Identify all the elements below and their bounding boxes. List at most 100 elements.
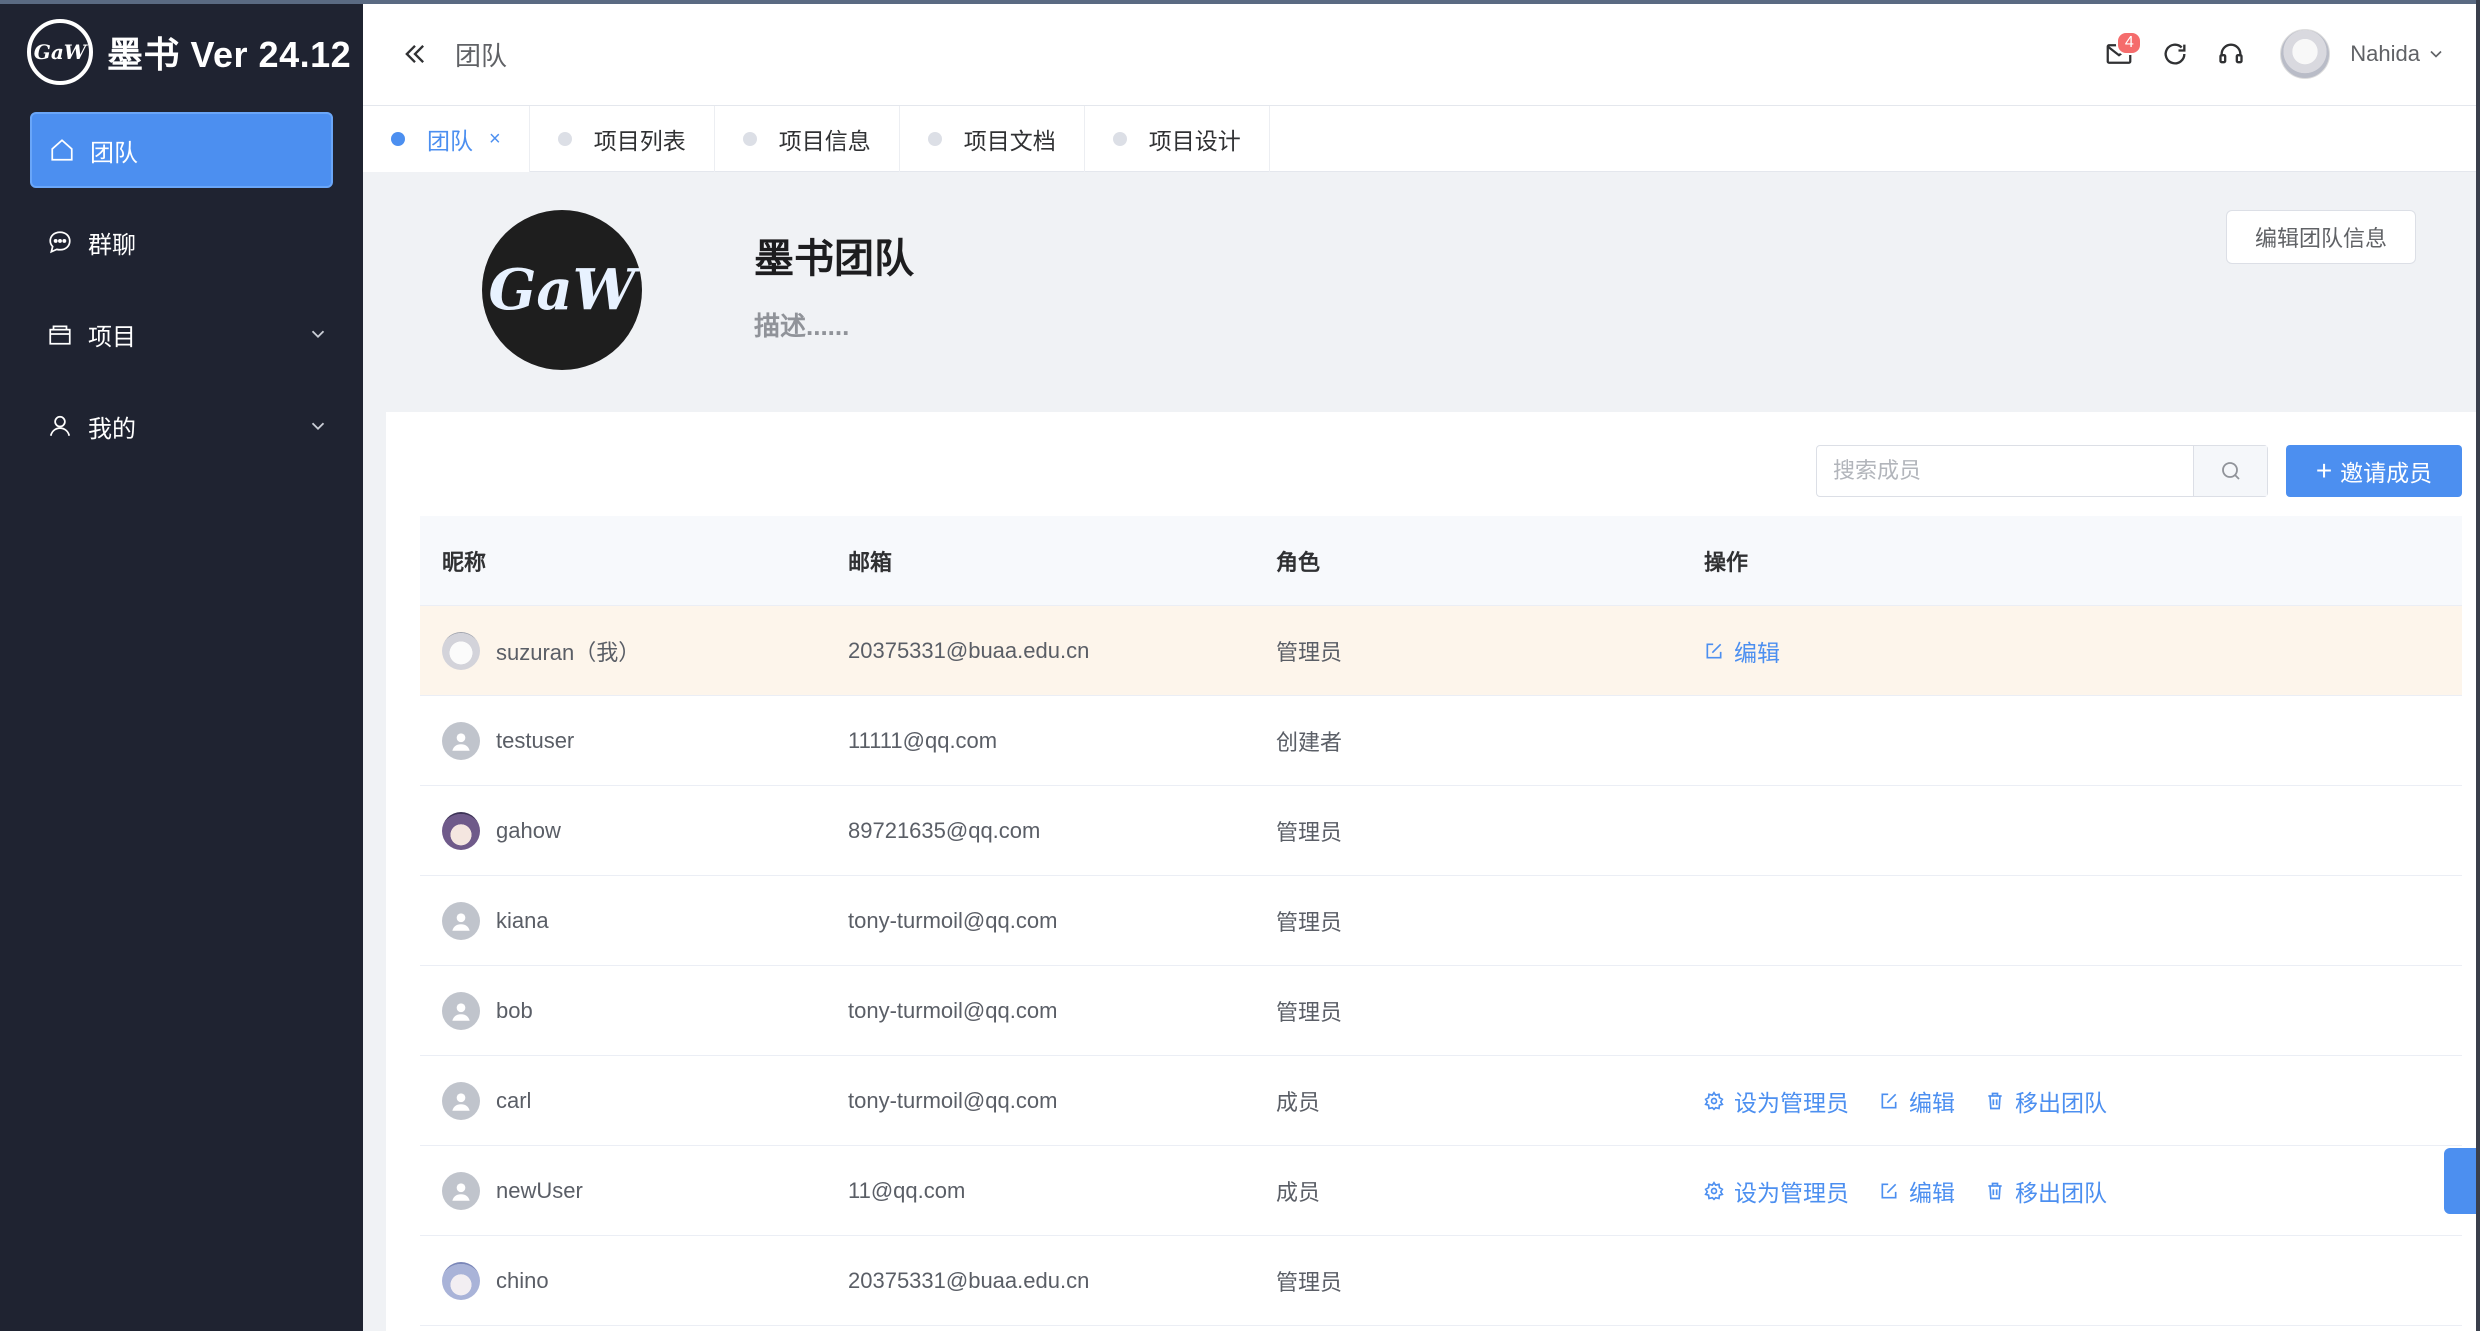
edit-icon — [1881, 1093, 1897, 1108]
nickname: testuser — [496, 727, 575, 753]
brand-title: 墨书 Ver 24.12 — [107, 34, 352, 75]
cell-nickname: bob — [420, 991, 848, 1030]
sidebar-menu: 团队 群聊 项目 我的 — [0, 112, 363, 464]
tab-project-info[interactable]: 项目信息 — [715, 106, 900, 172]
cell-email: 20375331@buaa.edu.cn — [848, 637, 1090, 663]
notification-badge: 4 — [2116, 31, 2143, 55]
cell-nickname: newUser — [420, 1171, 848, 1210]
table-row: bob tony-turmoil@qq.com 管理员 — [420, 966, 2462, 1056]
tab-label: 项目列表 — [593, 128, 686, 154]
support-button[interactable] — [2214, 37, 2248, 71]
cell-email: 11111@qq.com — [848, 727, 998, 753]
folder-icon — [46, 320, 74, 348]
invite-member-button[interactable]: + 邀请成员 — [2286, 445, 2462, 497]
members-table: 昵称 邮箱 角色 操作 suzuran（我） 20375331@buaa.edu… — [420, 516, 2462, 1326]
tab-team[interactable]: 团队 × — [363, 106, 530, 172]
cell-role: 管理员 — [1276, 909, 1343, 935]
gear-icon — [1704, 1090, 1724, 1111]
username[interactable]: Nahida — [2350, 41, 2420, 67]
edit-member-button[interactable]: 编辑 — [1704, 634, 1780, 668]
tab-label: 项目文档 — [963, 128, 1056, 154]
tab-project-docs[interactable]: 项目文档 — [900, 106, 1085, 172]
floating-settings-button[interactable] — [2444, 1148, 2480, 1214]
nickname: gahow — [496, 817, 561, 843]
search-icon — [2221, 462, 2240, 480]
table-row: carl tony-turmoil@qq.com 成员 设为管理员 编辑 移出团… — [420, 1056, 2462, 1146]
tab-project-list[interactable]: 项目列表 — [530, 106, 715, 172]
trash-icon — [1988, 1092, 2002, 1109]
edit-icon — [1706, 643, 1722, 658]
nickname: carl — [496, 1087, 532, 1113]
avatar — [442, 1261, 480, 1300]
default-user-icon — [452, 732, 470, 751]
page-title: 团队 — [455, 41, 508, 71]
cell-role: 管理员 — [1276, 639, 1343, 665]
sidebar-item-label: 项目 — [88, 323, 136, 351]
sidebar-item-chat[interactable]: 群聊 — [30, 204, 333, 280]
headset-icon — [2219, 43, 2243, 64]
cell-role: 成员 — [1276, 1179, 1321, 1205]
sidebar-item-team[interactable]: 团队 — [30, 112, 333, 188]
remove-member-button[interactable]: 移出团队 — [1985, 1084, 2107, 1118]
cell-email: tony-turmoil@qq.com — [848, 907, 1058, 933]
remove-member-button[interactable]: 移出团队 — [1985, 1174, 2107, 1208]
nickname: bob — [496, 997, 533, 1023]
chevron-down-icon[interactable] — [2426, 44, 2446, 64]
plus-icon: + — [2315, 455, 2333, 486]
tab-dot — [557, 132, 572, 146]
sidebar-item-project[interactable]: 项目 — [30, 296, 333, 372]
cell-actions: 编辑 — [1704, 634, 2462, 668]
collapse-sidebar-icon[interactable] — [401, 40, 429, 68]
tab-dot — [391, 132, 405, 146]
nickname: suzuran（我） — [496, 639, 641, 665]
sidebar: GaW 墨书 Ver 24.12 团队 群聊 项目 我的 — [0, 0, 363, 1331]
cell-nickname: chino — [420, 1261, 848, 1300]
notification-button[interactable]: 4 — [2102, 31, 2143, 71]
team-logo: GaW — [482, 210, 642, 370]
tab-project-design[interactable]: 项目设计 — [1085, 106, 1270, 172]
tab-dot — [927, 132, 942, 146]
edit-team-button[interactable]: 编辑团队信息 — [2226, 210, 2416, 264]
chat-icon — [46, 228, 74, 256]
refresh-button[interactable] — [2158, 37, 2192, 71]
table-row: testuser 11111@qq.com 创建者 — [420, 696, 2462, 786]
invite-label: 邀请成员 — [2340, 460, 2433, 486]
tab-dot — [742, 132, 757, 146]
close-icon[interactable]: × — [489, 128, 501, 151]
brand-logo: GaW — [27, 19, 93, 85]
table-row: kiana tony-turmoil@qq.com 管理员 — [420, 876, 2462, 966]
tabs-bar: 团队 × 项目列表 项目信息 项目文档 项目设计 — [363, 106, 2480, 172]
refresh-icon — [2164, 43, 2186, 65]
cell-email: 11@qq.com — [848, 1177, 966, 1203]
column-header-role: 角色 — [1276, 549, 1321, 575]
window-edge — [2476, 0, 2480, 1331]
cell-role: 管理员 — [1276, 999, 1343, 1025]
edit-member-button[interactable]: 编辑 — [1879, 1084, 1955, 1118]
table-row: suzuran（我） 20375331@buaa.edu.cn 管理员 编辑 — [420, 606, 2462, 696]
user-icon — [46, 412, 74, 440]
set-admin-button[interactable]: 设为管理员 — [1704, 1174, 1849, 1208]
avatar — [442, 1171, 480, 1210]
sidebar-item-label: 团队 — [90, 139, 138, 167]
tab-label: 团队 — [427, 128, 473, 154]
topbar: 团队 4 Nahida — [0, 0, 2480, 106]
edit-member-button[interactable]: 编辑 — [1879, 1174, 1955, 1208]
avatar — [442, 631, 480, 670]
cell-role: 管理员 — [1276, 819, 1343, 845]
sidebar-item-mine[interactable]: 我的 — [30, 388, 333, 464]
nickname: kiana — [496, 907, 549, 933]
column-header-email: 邮箱 — [848, 549, 893, 575]
edit-icon — [1881, 1183, 1897, 1198]
nickname: chino — [496, 1267, 549, 1293]
search-input[interactable] — [1817, 446, 2193, 496]
default-user-icon — [452, 1002, 470, 1021]
avatar — [442, 901, 480, 940]
cell-role: 管理员 — [1276, 1269, 1343, 1295]
cell-nickname: testuser — [420, 721, 848, 760]
user-avatar[interactable] — [2280, 29, 2331, 79]
tab-dot — [1112, 132, 1127, 146]
chevron-down-icon — [311, 422, 325, 431]
default-user-icon — [452, 912, 470, 931]
search-button[interactable] — [2193, 446, 2267, 496]
set-admin-button[interactable]: 设为管理员 — [1704, 1084, 1849, 1118]
